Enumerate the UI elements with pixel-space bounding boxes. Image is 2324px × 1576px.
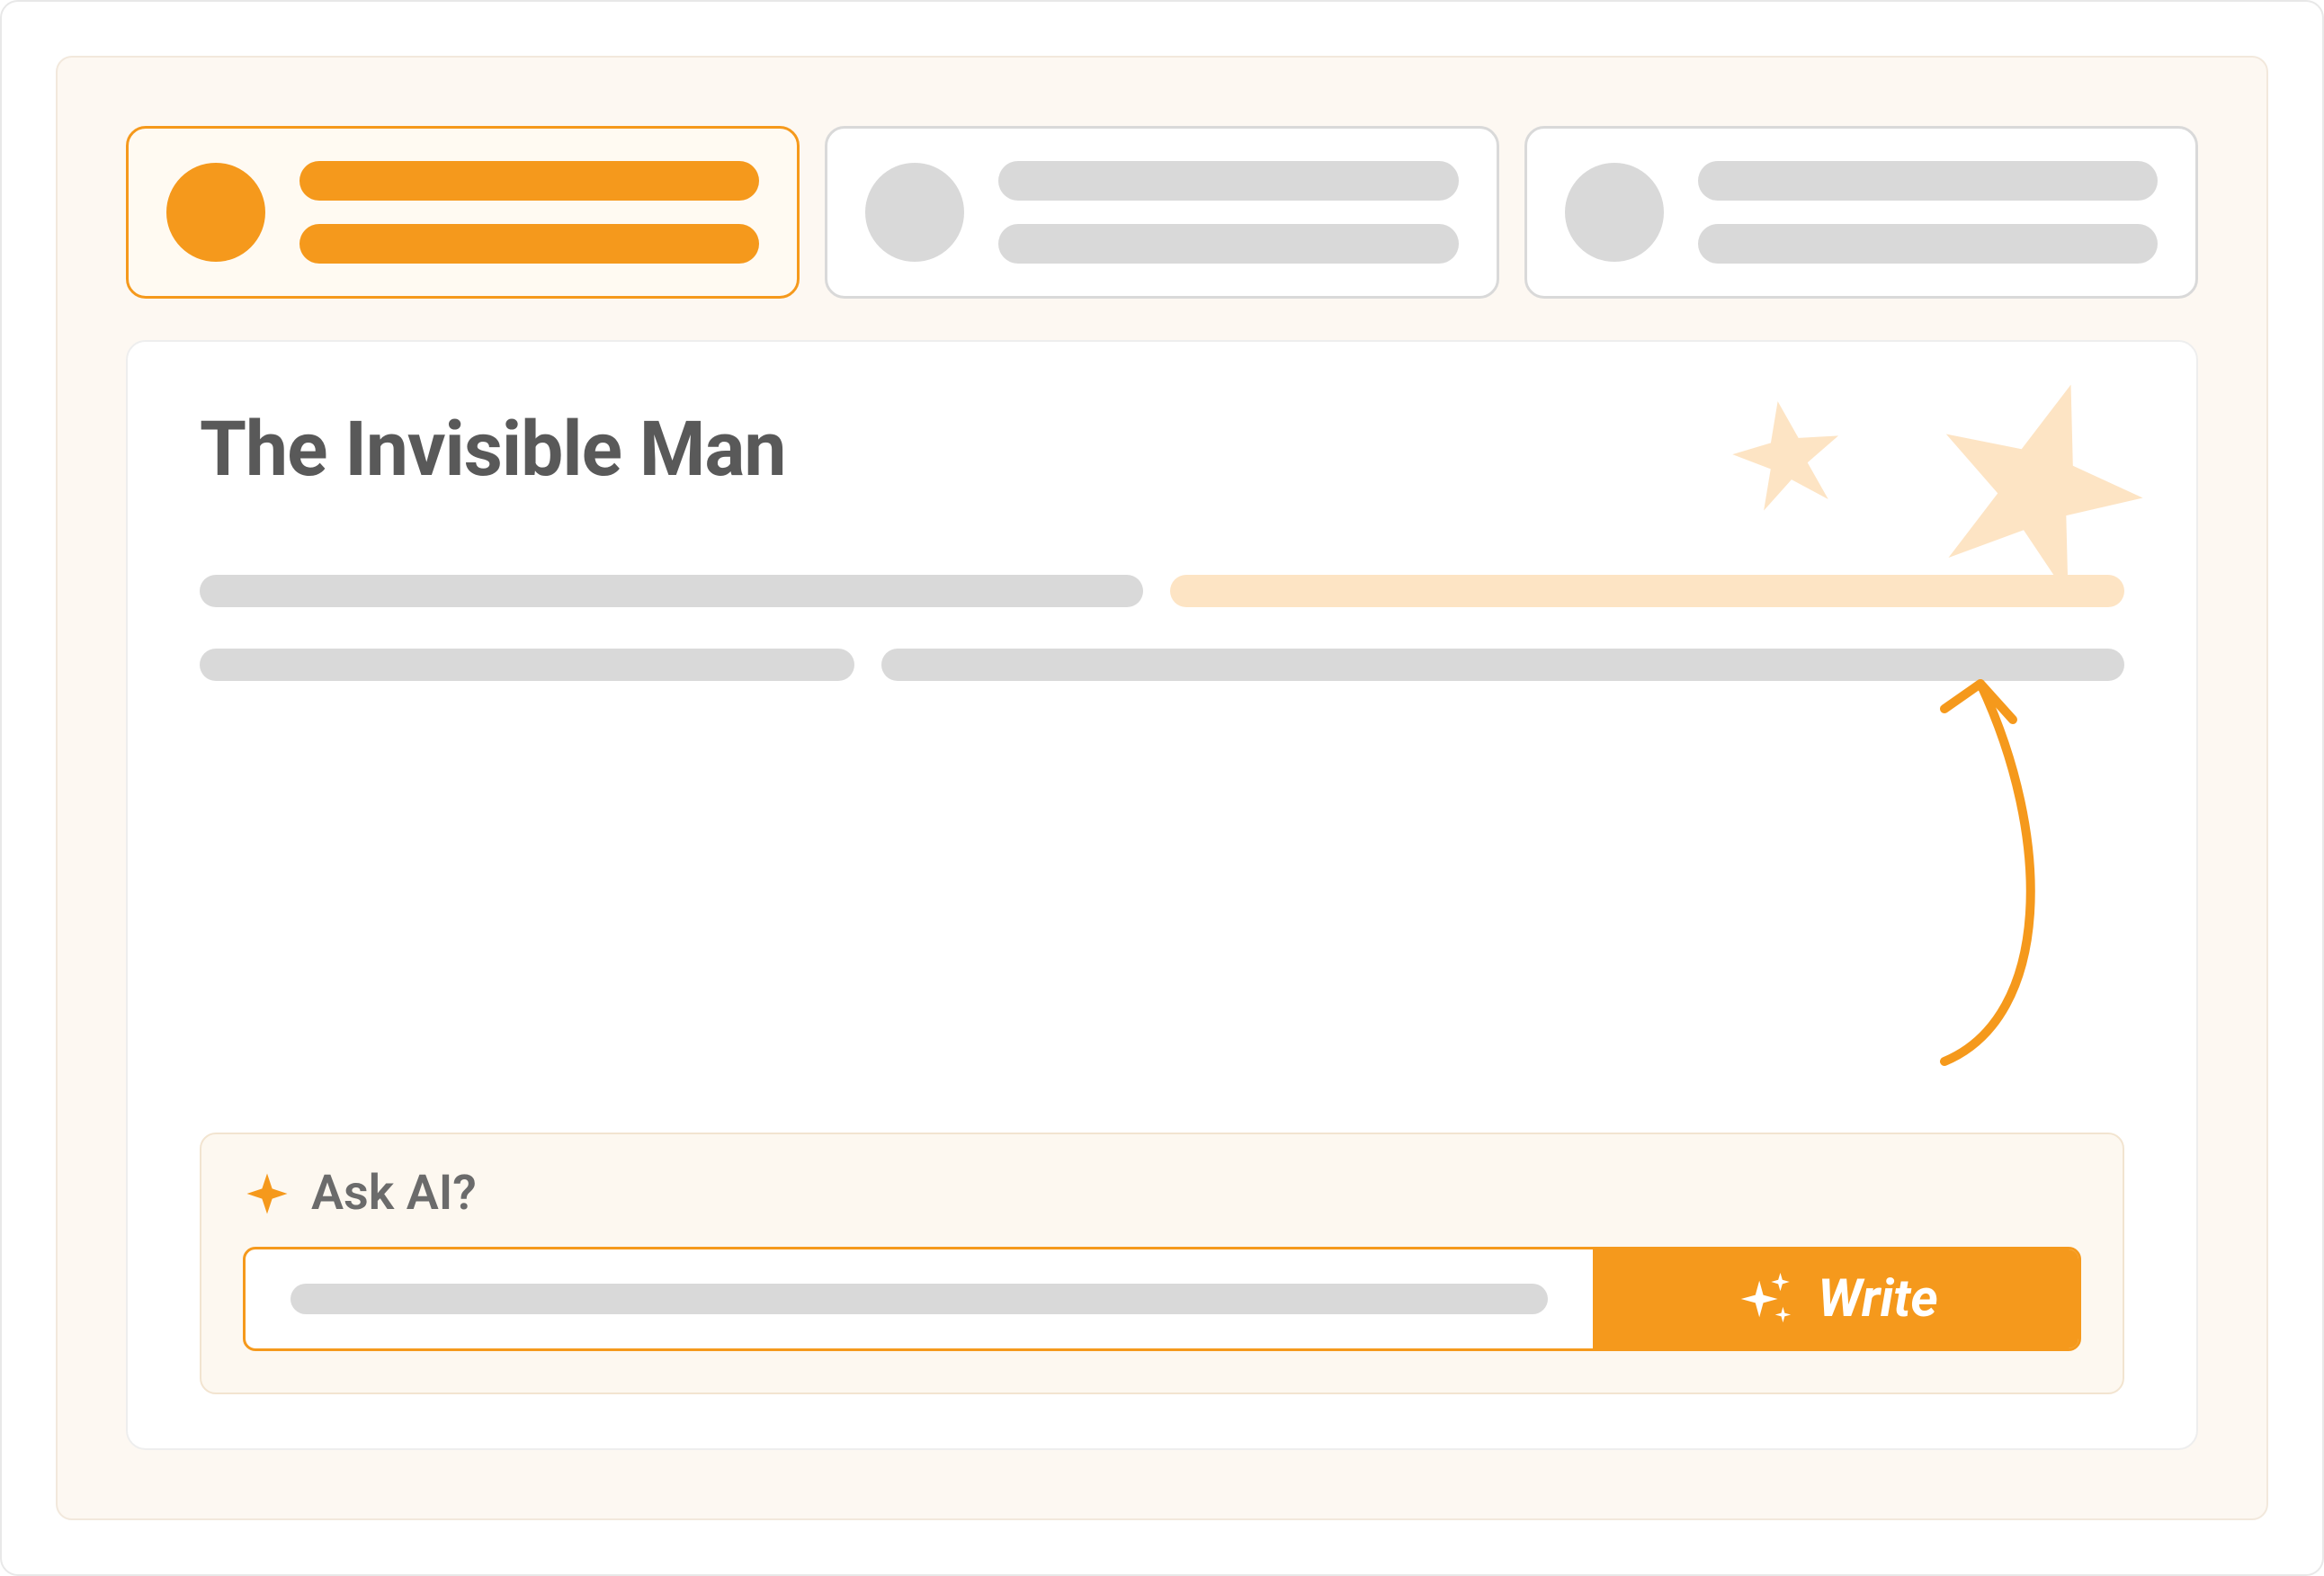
write-button-label: Write <box>1818 1268 1938 1330</box>
tab-card-1[interactable] <box>126 126 800 299</box>
body-placeholder <box>200 575 2124 722</box>
tab-text-placeholder <box>998 161 1458 264</box>
text-line <box>200 575 1143 607</box>
tab-text-placeholder <box>1698 161 2158 264</box>
input-placeholder <box>290 1284 1548 1314</box>
sparkles-icon <box>1733 1267 1796 1330</box>
ai-input-row: Write <box>243 1247 2081 1351</box>
ai-input[interactable] <box>246 1249 1593 1348</box>
tab-avatar <box>1565 163 1664 262</box>
write-button[interactable]: Write <box>1593 1249 2078 1348</box>
tab-avatar <box>166 163 265 262</box>
content-card: The Invisible Man <box>126 340 2198 1450</box>
sparkle-icon <box>243 1169 291 1218</box>
tab-avatar <box>865 163 964 262</box>
text-line <box>200 649 854 681</box>
ai-panel: Ask AI? Write <box>200 1133 2124 1394</box>
ai-header: Ask AI? <box>243 1165 2081 1222</box>
tab-card-2[interactable] <box>825 126 1498 299</box>
text-line <box>881 649 2124 681</box>
star-icon <box>1926 371 2151 595</box>
tab-text-placeholder <box>299 161 759 264</box>
star-icon <box>1729 396 1846 513</box>
tab-card-3[interactable] <box>1524 126 2198 299</box>
canvas: The Invisible Man <box>56 56 2268 1520</box>
app-frame: The Invisible Man <box>0 0 2324 1576</box>
tabs-row <box>126 126 2198 299</box>
ai-suggested-line <box>1170 575 2124 607</box>
ai-label: Ask AI? <box>311 1165 477 1222</box>
